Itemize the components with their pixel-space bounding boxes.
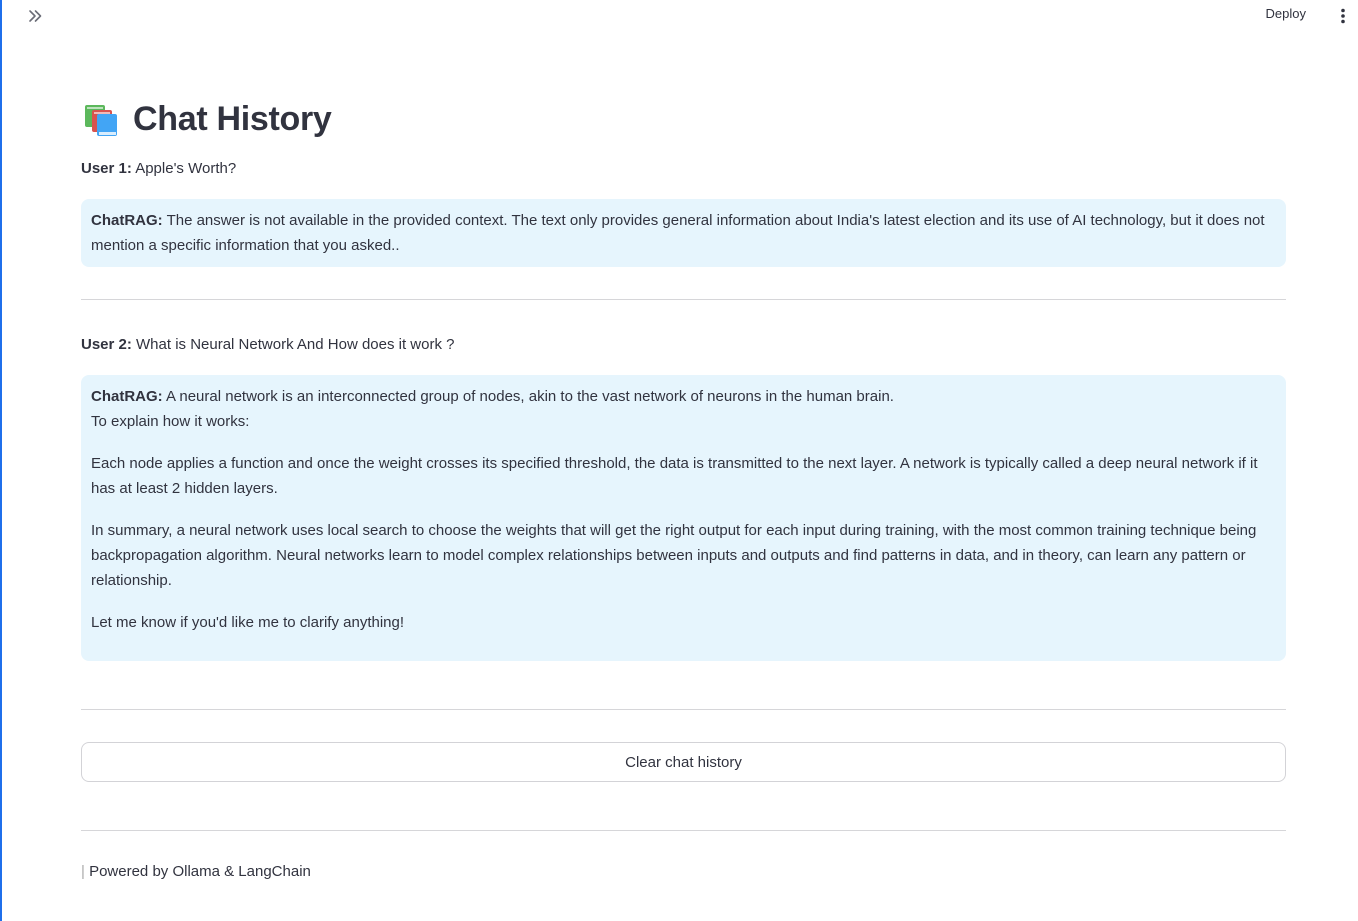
user-message-text: Apple's Worth?	[131, 160, 237, 177]
user-label: User 1:	[81, 160, 132, 177]
user-message-text: What is Neural Network And How does it w…	[131, 336, 455, 353]
double-chevron-right-icon	[29, 10, 42, 22]
user-label: User 2:	[81, 336, 132, 353]
bot-response-paragraph: Each node applies a function and once th…	[91, 455, 1258, 497]
footer: | Powered by Ollama & LangChain	[81, 863, 1286, 880]
clear-chat-history-button[interactable]: Clear chat history	[81, 742, 1286, 782]
books-icon	[85, 105, 117, 136]
vertical-dots-icon	[1341, 8, 1345, 24]
bot-response-paragraph: In summary, a neural network uses local …	[91, 522, 1257, 589]
deploy-button[interactable]: Deploy	[1266, 6, 1306, 21]
bot-response-text: The answer is not available in the provi…	[91, 212, 1265, 254]
bot-label: ChatRAG:	[91, 212, 163, 229]
bot-response-text: To explain how it works:	[91, 413, 250, 430]
expand-sidebar-button[interactable]	[24, 5, 46, 27]
main-menu-button[interactable]	[1336, 6, 1350, 26]
app-window: Deploy Chat History User 1: Apple's Wort	[0, 0, 1358, 921]
bot-response-paragraph: Let me know if you'd like me to clarify …	[91, 614, 405, 631]
user-message: User 2: What is Neural Network And How d…	[81, 333, 1286, 357]
footer-text: Powered by Ollama & LangChain	[84, 863, 311, 880]
bot-label: ChatRAG:	[91, 388, 163, 405]
page-title-text: Chat History	[133, 99, 332, 138]
bot-response: ChatRAG: A neural network is an intercon…	[81, 375, 1286, 661]
top-toolbar: Deploy	[2, 0, 1358, 34]
page-title: Chat History	[81, 95, 1286, 143]
main-content: Chat History User 1: Apple's Worth? Chat…	[81, 95, 1286, 880]
bot-response: ChatRAG: The answer is not available in …	[81, 199, 1286, 267]
user-message: User 1: Apple's Worth?	[81, 157, 1286, 181]
bot-response-text: A neural network is an interconnected gr…	[162, 388, 894, 405]
